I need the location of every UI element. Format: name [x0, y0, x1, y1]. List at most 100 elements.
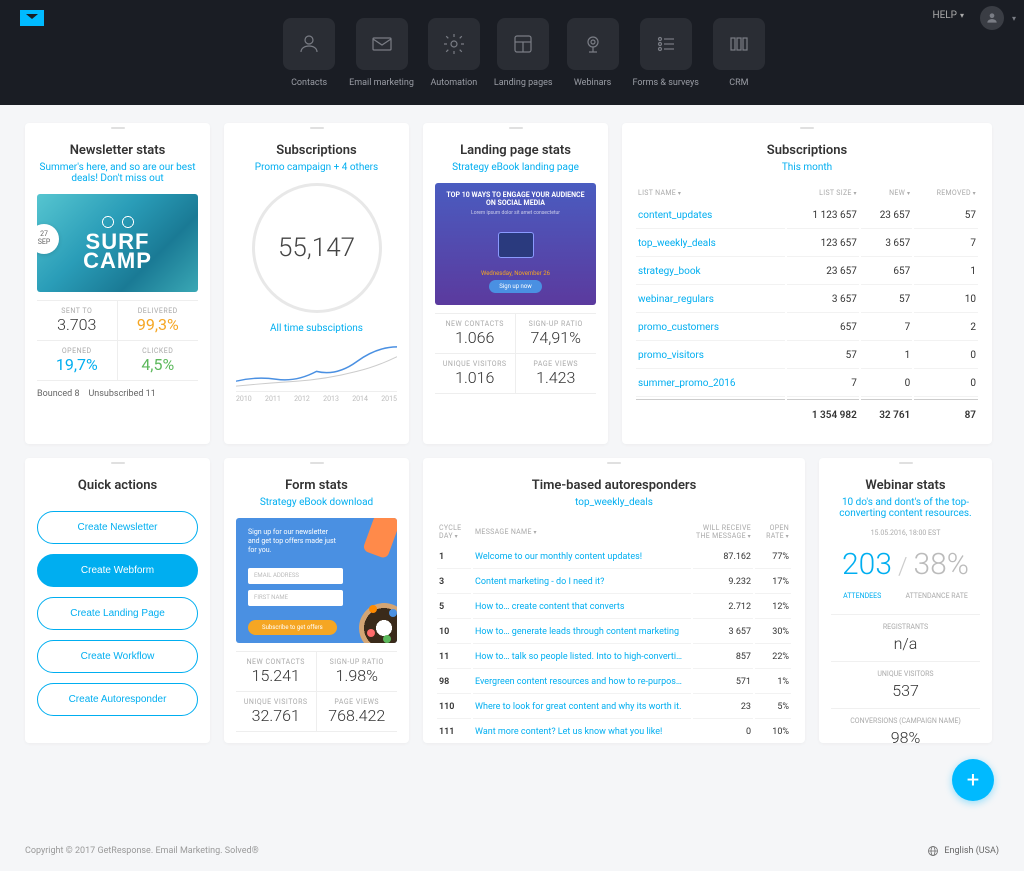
- list-name-link[interactable]: summer_promo_2016: [636, 371, 785, 397]
- list-name-link[interactable]: promo_customers: [636, 315, 785, 341]
- message-link[interactable]: Want more content? Let us know what you …: [473, 721, 691, 743]
- col-open-rate[interactable]: OPEN RATE: [755, 520, 791, 544]
- message-link[interactable]: How to… create content that converts: [473, 596, 691, 619]
- newsletter-footer: Bounced 8 Unsubscribed 11: [37, 389, 198, 399]
- message-link[interactable]: Evergreen content resources and how to r…: [473, 671, 691, 694]
- cell-size: 1 123 657: [787, 203, 859, 229]
- cell-new: 7: [861, 315, 912, 341]
- list-name-link[interactable]: strategy_book: [636, 259, 785, 285]
- cell-rate: 30%: [755, 621, 791, 644]
- list-name-link[interactable]: content_updates: [636, 203, 785, 229]
- card-subtitle[interactable]: top_weekly_deals: [435, 497, 793, 508]
- logo-icon[interactable]: [20, 10, 44, 26]
- card-subtitle[interactable]: This month: [634, 162, 980, 173]
- fab-add-button[interactable]: +: [952, 759, 994, 801]
- stat-registrants: REGISTRANTSn/a: [831, 614, 980, 661]
- cell-day: 5: [437, 596, 471, 619]
- cell-receive: 2.712: [693, 596, 753, 619]
- webinar-labels: ATTENDEES ATTENDANCE RATE: [831, 592, 980, 600]
- nav-contacts[interactable]: Contacts: [283, 18, 335, 88]
- message-link[interactable]: Welcome to our monthly content updates!: [473, 546, 691, 569]
- form-stats-card: Form stats Strategy eBook download Sign …: [224, 458, 409, 743]
- columns-icon: [713, 18, 765, 70]
- card-subtitle[interactable]: Summer's here, and so are our best deals…: [37, 162, 198, 184]
- cell-new: 57: [861, 287, 912, 313]
- globe-icon: [927, 845, 939, 857]
- cell-size: 23 657: [787, 259, 859, 285]
- spatula-icon: [362, 518, 397, 559]
- cell-day: 110: [437, 696, 471, 719]
- cell-receive: 857: [693, 646, 753, 669]
- create-autoresponder-button[interactable]: Create Autoresponder: [37, 683, 198, 716]
- user-avatar[interactable]: [980, 6, 1004, 30]
- cell-rate: 77%: [755, 546, 791, 569]
- col-message-name[interactable]: MESSAGE NAME: [473, 520, 691, 544]
- all-time-link[interactable]: All time subsciptions: [236, 323, 397, 334]
- language-selector[interactable]: English (USA): [927, 845, 999, 857]
- form-stat-grid: NEW CONTACTS15.241 SIGN-UP RATIO1.98% UN…: [236, 651, 397, 732]
- cell-receive: 571: [693, 671, 753, 694]
- table-row: strategy_book23 6576571: [636, 259, 978, 285]
- cell-removed: 10: [914, 287, 978, 313]
- list-name-link[interactable]: promo_visitors: [636, 343, 785, 369]
- card-subtitle[interactable]: Promo campaign + 4 others: [236, 162, 397, 173]
- layout-icon: [497, 18, 549, 70]
- card-title: Quick actions: [37, 478, 198, 493]
- cell-day: 111: [437, 721, 471, 743]
- cell-day: 1: [437, 546, 471, 569]
- cell-size: 3 657: [787, 287, 859, 313]
- subscriptions-table-card: Subscriptions This month LIST NAME LIST …: [622, 123, 992, 444]
- cell-new: 0: [861, 371, 912, 397]
- stat-delivered: DELIVERED99,3%: [118, 301, 199, 341]
- col-new[interactable]: NEW: [861, 185, 912, 201]
- col-list-name[interactable]: LIST NAME: [636, 185, 785, 201]
- nav-webinars[interactable]: Webinars: [567, 18, 619, 88]
- col-list-size[interactable]: LIST SIZE: [787, 185, 859, 201]
- message-link[interactable]: How to… talk so people listed. Into to h…: [473, 646, 691, 669]
- create-webform-button[interactable]: Create Webform: [37, 554, 198, 587]
- list-name-link[interactable]: webinar_regulars: [636, 287, 785, 313]
- webinar-headline-stats: 203 / 38%: [831, 547, 980, 582]
- col-will-receive[interactable]: WILL RECEIVE THE MESSAGE: [693, 520, 753, 544]
- landing-page-preview[interactable]: TOP 10 WAYS TO ENGAGE YOUR AUDIENCE ON S…: [435, 183, 596, 305]
- attendance-rate: 38%: [914, 547, 969, 582]
- col-cycle-day[interactable]: CYCLE DAY: [437, 520, 471, 544]
- webcam-icon: [567, 18, 619, 70]
- nav-crm[interactable]: CRM: [713, 18, 765, 88]
- total-new: 32 761: [861, 399, 912, 428]
- webinar-date: 15.05.2016, 18:00 EST: [831, 529, 980, 537]
- create-landing-page-button[interactable]: Create Landing Page: [37, 597, 198, 630]
- list-name-link[interactable]: top_weekly_deals: [636, 231, 785, 257]
- cell-removed: 0: [914, 371, 978, 397]
- message-link[interactable]: How to… generate leads through content m…: [473, 621, 691, 644]
- form-preview[interactable]: Sign up for our newsletter and get top o…: [236, 518, 397, 643]
- newsletter-preview[interactable]: 27 SEP SURFCAMP: [37, 194, 198, 292]
- cell-rate: 10%: [755, 721, 791, 743]
- cell-removed: 2: [914, 315, 978, 341]
- create-workflow-button[interactable]: Create Workflow: [37, 640, 198, 673]
- message-link[interactable]: Where to look for great content and why …: [473, 696, 691, 719]
- card-subtitle[interactable]: 10 do's and dont's of the top-converting…: [831, 497, 980, 519]
- stat-page-views: PAGE VIEWS1.423: [516, 354, 597, 394]
- cell-receive: 87.162: [693, 546, 753, 569]
- message-link[interactable]: Content marketing - do I need it?: [473, 571, 691, 594]
- stat-opened: OPENED19,7%: [37, 341, 118, 381]
- nav-forms-surveys[interactable]: Forms & surveys: [633, 18, 699, 88]
- contacts-icon: [283, 18, 335, 70]
- nav-landing-pages[interactable]: Landing pages: [494, 18, 553, 88]
- table-row: 3Content marketing - do I need it?9.2321…: [437, 571, 791, 594]
- nav-automation[interactable]: Automation: [428, 18, 480, 88]
- card-subtitle[interactable]: Strategy eBook download: [236, 497, 397, 508]
- create-newsletter-button[interactable]: Create Newsletter: [37, 511, 198, 544]
- lp-date: Wednesday, November 26: [481, 270, 550, 277]
- card-subtitle[interactable]: Strategy eBook landing page: [435, 162, 596, 173]
- stat-new-contacts: NEW CONTACTS15.241: [236, 652, 317, 692]
- stat-signup-ratio: SIGN-UP RATIO74,91%: [516, 314, 597, 354]
- cell-size: 657: [787, 315, 859, 341]
- col-removed[interactable]: REMOVED: [914, 185, 978, 201]
- form-text: Sign up for our newsletter and get top o…: [248, 528, 338, 555]
- help-menu[interactable]: HELP: [932, 10, 964, 21]
- autoresponders-card: Time-based autoresponders top_weekly_dea…: [423, 458, 805, 743]
- nav-email-marketing[interactable]: Email marketing: [349, 18, 414, 88]
- table-row: 98Evergreen content resources and how to…: [437, 671, 791, 694]
